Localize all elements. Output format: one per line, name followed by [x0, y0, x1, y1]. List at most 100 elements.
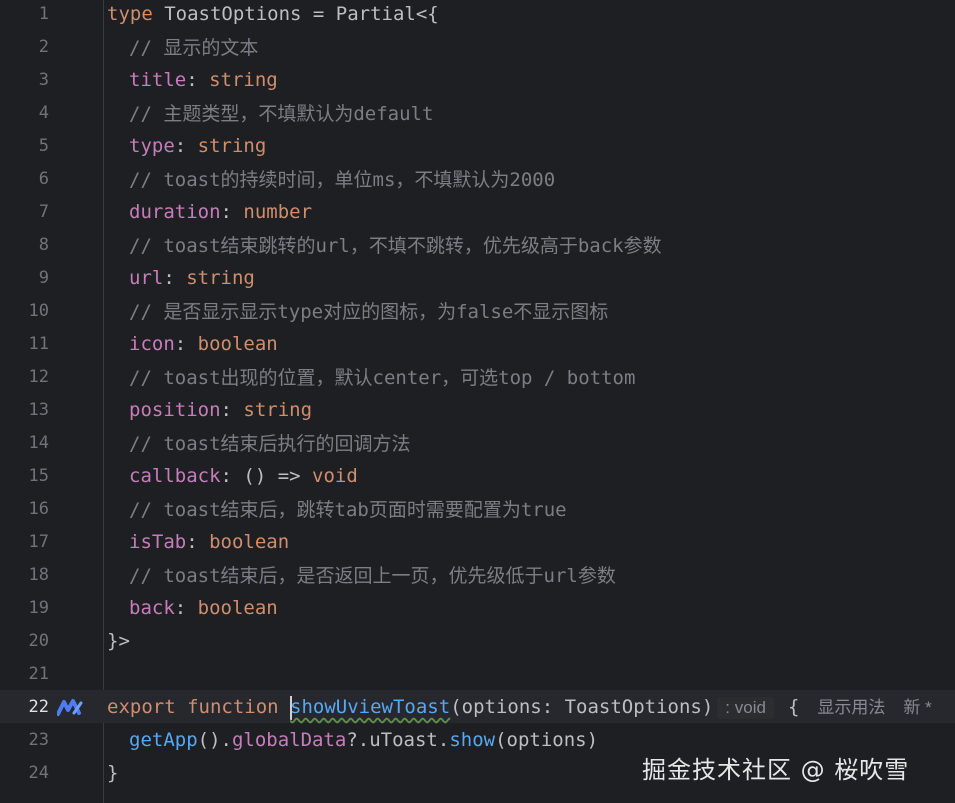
code-text: ToastOptions = Partial<{: [152, 2, 439, 25]
line-number: 16: [28, 498, 49, 519]
property-name: isTab: [129, 530, 187, 553]
line-content[interactable]: // toast结束后执行的回调方法: [107, 429, 411, 456]
property-name: globalData: [231, 728, 347, 751]
property-name: icon: [129, 332, 175, 355]
line-content[interactable]: // toast出现的位置，默认center，可选top / bottom: [107, 363, 635, 390]
property-name: title: [129, 68, 187, 91]
line-content[interactable]: // toast的持续时间，单位ms，不填默认为2000: [107, 165, 555, 192]
punctuation: {: [787, 696, 800, 719]
property-name: type: [129, 134, 175, 157]
code-line[interactable]: 9 url: string: [0, 261, 955, 294]
line-content[interactable]: // toast结束后，跳转tab页面时需要配置为true: [107, 495, 567, 522]
punctuation: :: [186, 530, 210, 553]
line-number: 20: [28, 630, 49, 651]
punctuation: :: [220, 398, 244, 421]
comment: // toast的持续时间，单位ms，不填默认为2000: [129, 169, 556, 191]
line-number: 18: [28, 564, 49, 585]
line-number: 24: [28, 762, 49, 783]
type-keyword: boolean: [197, 332, 278, 355]
comment: // 显示的文本: [129, 37, 259, 59]
code-line[interactable]: 2 // 显示的文本: [0, 30, 955, 63]
line-number: 14: [28, 432, 49, 453]
code-line[interactable]: 3 title: string: [0, 63, 955, 96]
line-number: 12: [28, 366, 49, 387]
line-content[interactable]: // 显示的文本: [107, 33, 258, 60]
punctuation: :: [174, 332, 198, 355]
type-keyword: boolean: [197, 596, 278, 619]
line-number: 11: [28, 333, 49, 354]
code-line[interactable]: 8 // toast结束跳转的url，不填不跳转，优先级高于back参数: [0, 228, 955, 261]
line-content[interactable]: type ToastOptions = Partial<{: [107, 3, 439, 25]
line-content[interactable]: title: string: [107, 69, 278, 91]
code-line[interactable]: 15 callback: () => void: [0, 459, 955, 492]
line-content[interactable]: // 主题类型，不填默认为default: [107, 99, 433, 126]
code-line[interactable]: 5 type: string: [0, 129, 955, 162]
comment: // 主题类型，不填默认为default: [129, 103, 434, 125]
code-line[interactable]: 10 // 是否显示显示type对应的图标，为false不显示图标: [0, 294, 955, 327]
code-line[interactable]: 1 type ToastOptions = Partial<{: [0, 0, 955, 30]
line-number: 15: [28, 465, 49, 486]
line-number: 9: [38, 267, 49, 288]
code-line[interactable]: 14 // toast结束后执行的回调方法: [0, 426, 955, 459]
code-line[interactable]: 11 icon: boolean: [0, 327, 955, 360]
code-line[interactable]: 17 isTab: boolean: [0, 525, 955, 558]
line-content[interactable]: duration: number: [107, 201, 312, 223]
line-content[interactable]: export function showUviewToast(options: …: [107, 693, 932, 720]
line-number: 21: [28, 663, 49, 684]
property-name: duration: [129, 200, 221, 223]
line-number: 2: [38, 36, 49, 57]
line-content[interactable]: }>: [107, 630, 130, 652]
code-line[interactable]: 7 duration: number: [0, 195, 955, 228]
line-content[interactable]: }: [107, 762, 118, 784]
type-keyword: void: [312, 464, 358, 487]
function-name[interactable]: showUviewToast: [290, 696, 450, 718]
line-content[interactable]: type: string: [107, 135, 266, 157]
line-content[interactable]: // toast结束跳转的url，不填不跳转，优先级高于back参数: [107, 231, 662, 258]
type-keyword: string: [209, 68, 278, 91]
comment: // toast出现的位置，默认center，可选top / bottom: [129, 367, 636, 389]
line-content[interactable]: // toast结束后，是否返回上一页，优先级低于url参数: [107, 561, 616, 588]
property-name: position: [129, 398, 221, 421]
code-editor[interactable]: 1 type ToastOptions = Partial<{ 2 // 显示的…: [0, 0, 955, 803]
code-line[interactable]: 16 // toast结束后，跳转tab页面时需要配置为true: [0, 492, 955, 525]
line-content[interactable]: position: string: [107, 399, 312, 421]
code-line[interactable]: 21: [0, 657, 955, 690]
property-name: url: [129, 266, 164, 289]
line-content[interactable]: icon: boolean: [107, 333, 278, 355]
code-line[interactable]: 18 // toast结束后，是否返回上一页，优先级低于url参数: [0, 558, 955, 591]
punctuation: : () =>: [220, 464, 313, 487]
type-keyword: string: [197, 134, 267, 157]
line-content[interactable]: callback: () => void: [107, 465, 358, 487]
line-content[interactable]: // 是否显示显示type对应的图标，为false不显示图标: [107, 297, 608, 324]
property-name: back: [129, 596, 175, 619]
code-line-current[interactable]: 22 export function showUviewToast(option…: [0, 690, 955, 723]
line-number: 8: [38, 234, 49, 255]
line-content[interactable]: back: boolean: [107, 597, 278, 619]
watermark: 掘金技术社区 @ 桜吹雪: [642, 756, 910, 784]
ai-assistant-icon[interactable]: [57, 698, 83, 716]
line-content[interactable]: getApp().globalData?.uToast.show(options…: [107, 729, 598, 751]
line-number: 7: [38, 201, 49, 222]
code-text: ?.uToast.: [346, 728, 450, 751]
code-line[interactable]: 4 // 主题类型，不填默认为default: [0, 96, 955, 129]
punctuation: :: [174, 596, 198, 619]
show-usages-link[interactable]: 显示用法: [817, 698, 885, 717]
code-line[interactable]: 6 // toast的持续时间，单位ms，不填默认为2000: [0, 162, 955, 195]
code-line[interactable]: 20 }>: [0, 624, 955, 657]
punctuation: :: [186, 68, 210, 91]
code-line[interactable]: 12 // toast出现的位置，默认center，可选top / bottom: [0, 360, 955, 393]
function-call: show: [449, 728, 496, 751]
code-line[interactable]: 13 position: string: [0, 393, 955, 426]
code-line[interactable]: 19 back: boolean: [0, 591, 955, 624]
inlay-type-hint: : void: [717, 697, 774, 720]
punctuation: :: [220, 200, 244, 223]
line-number: 5: [38, 135, 49, 156]
line-number: 4: [38, 102, 49, 123]
comment: // toast结束后，跳转tab页面时需要配置为true: [129, 499, 567, 521]
comment: // 是否显示显示type对应的图标，为false不显示图标: [129, 301, 609, 323]
line-content[interactable]: isTab: boolean: [107, 531, 289, 553]
line-content[interactable]: url: string: [107, 267, 255, 289]
type-keyword: string: [243, 398, 313, 421]
new-author-hint[interactable]: 新 *: [903, 698, 931, 717]
keyword: export: [107, 696, 176, 719]
